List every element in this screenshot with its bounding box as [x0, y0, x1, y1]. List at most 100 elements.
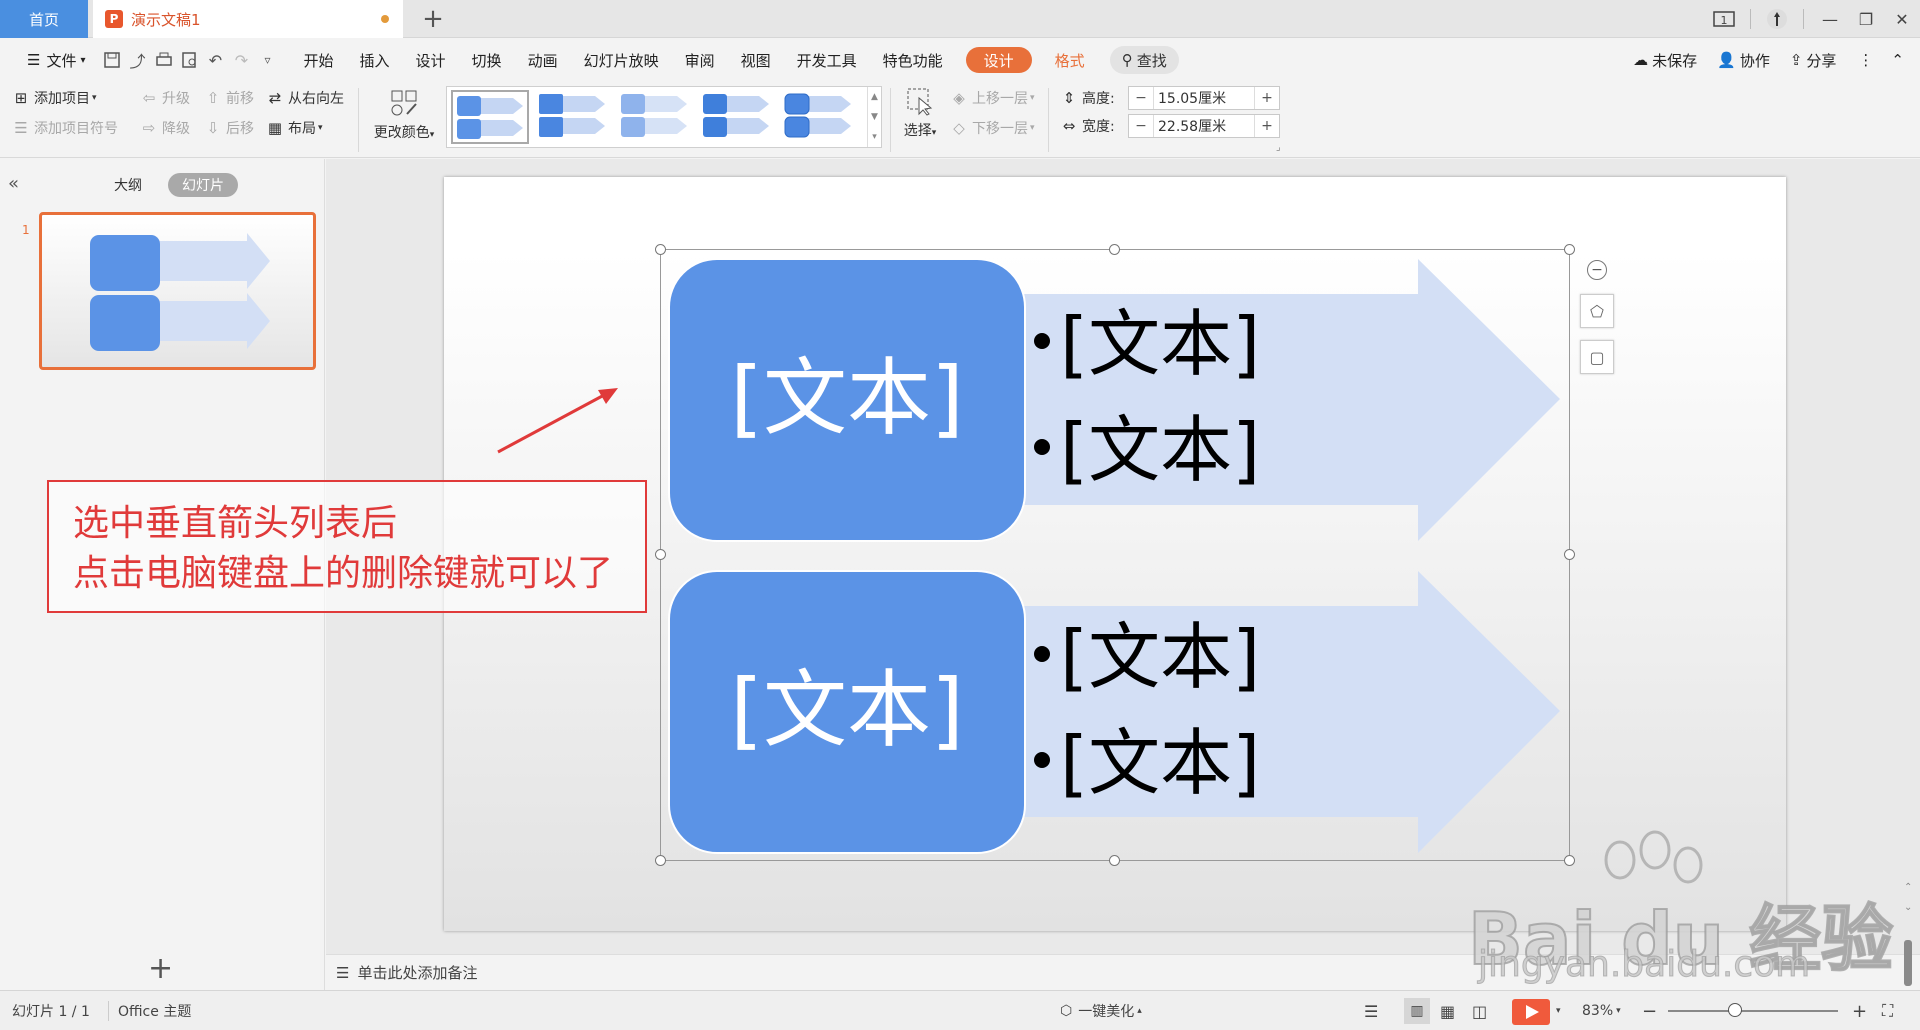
export-pdf-icon[interactable]: ⤴ [125, 47, 151, 73]
style-option-2[interactable] [535, 90, 613, 144]
height-field[interactable]: − 15.05厘米 + [1128, 86, 1280, 110]
gallery-scroll[interactable]: ▲ ▼ ▾ [867, 87, 881, 147]
collaborate-button[interactable]: 👤 协作 [1707, 38, 1780, 82]
menu-item-insert[interactable]: 插入 [347, 38, 403, 82]
add-bullet-button[interactable]: ☰ 添加项目符号 [12, 116, 118, 140]
resize-handle-nw[interactable] [655, 244, 666, 255]
shape-style-icon[interactable]: ⬠ [1580, 294, 1614, 328]
more-options-icon[interactable]: ⋮ [1846, 38, 1885, 82]
width-field[interactable]: − 22.58厘米 + [1128, 114, 1280, 138]
print-icon[interactable] [151, 47, 177, 73]
menu-item-start[interactable]: 开始 [291, 38, 347, 82]
more-dropdown-icon[interactable]: ▿ [255, 47, 281, 73]
resize-handle-e[interactable] [1564, 549, 1575, 560]
menu-item-view[interactable]: 视图 [728, 38, 784, 82]
hamburger-icon: ☰ [27, 51, 41, 69]
width-decrease-button[interactable]: − [1129, 118, 1153, 134]
tab-home[interactable]: 首页 [0, 0, 88, 38]
select-button[interactable]: 选择▾ [898, 86, 942, 152]
reading-view-icon[interactable]: ◫ [1472, 991, 1487, 1030]
redo-icon[interactable]: ↷ [229, 47, 255, 73]
promote-button[interactable]: ⇦ 升级 [140, 86, 190, 110]
vertical-scrollbar[interactable]: ⌃ ⌄ [1898, 870, 1918, 990]
search-button[interactable]: ⚲ 查找 [1109, 46, 1179, 74]
file-menu[interactable]: ☰ 文件 ▾ [14, 38, 99, 82]
zoom-slider[interactable] [1668, 1010, 1838, 1012]
zoom-level[interactable]: 83% ▾ [1582, 991, 1621, 1030]
collapse-ribbon-icon[interactable]: ⌃ [1885, 38, 1910, 82]
slide-sorter-icon[interactable]: ▦ [1440, 991, 1455, 1030]
change-color-button[interactable]: 更改颜色▾ [368, 86, 440, 152]
user-avatar-icon[interactable] [1759, 0, 1795, 38]
menu-item-review[interactable]: 审阅 [672, 38, 728, 82]
add-slide-button[interactable]: + [148, 951, 173, 986]
style-option-3[interactable] [617, 90, 695, 144]
width-label: ⇔ 宽度: [1060, 114, 1115, 138]
fit-window-icon[interactable]: ⛶ [1882, 991, 1893, 1030]
menu-item-transition[interactable]: 切换 [459, 38, 515, 82]
demote-button[interactable]: ⇨ 降级 [140, 116, 190, 140]
move-forward-button[interactable]: ⇧ 前移 [204, 86, 254, 110]
collapse-panel-icon[interactable]: « [8, 173, 19, 194]
theme-name[interactable]: Office 主题 [118, 991, 191, 1030]
beautify-button[interactable]: ⬡ 一键美化 ▴ [1060, 991, 1142, 1030]
minimize-icon[interactable]: — [1812, 0, 1848, 38]
height-value[interactable]: 15.05厘米 [1153, 87, 1255, 109]
style-option-1[interactable] [451, 90, 529, 144]
zoom-slider-handle[interactable] [1728, 1003, 1742, 1017]
undo-icon[interactable]: ↶ [203, 47, 229, 73]
height-increase-button[interactable]: + [1255, 90, 1279, 106]
menu-item-animation[interactable]: 动画 [515, 38, 571, 82]
right-to-left-button[interactable]: ⇄ 从右向左 [266, 86, 344, 110]
expand-icon[interactable]: ▾ [872, 132, 877, 142]
width-value[interactable]: 22.58厘米 [1153, 115, 1255, 137]
resize-handle-s[interactable] [1109, 855, 1120, 866]
style-option-5[interactable] [781, 90, 859, 144]
close-icon[interactable]: ✕ [1884, 0, 1920, 38]
smartart-style-gallery[interactable]: ▲ ▼ ▾ [446, 86, 882, 148]
notes-toggle-icon[interactable]: ☰ [1364, 991, 1378, 1030]
menu-item-slideshow[interactable]: 幻灯片放映 [571, 38, 672, 82]
annotation-arrow-icon [497, 388, 618, 454]
new-tab-button[interactable]: + [418, 4, 448, 34]
size-dialog-launcher-icon[interactable]: ⌟ [1276, 142, 1281, 153]
tab-smartart-design[interactable]: 设计 [965, 47, 1032, 73]
normal-view-icon[interactable]: ▥ [1404, 998, 1430, 1024]
chevron-up-icon[interactable]: ▲ [871, 92, 878, 102]
tab-format[interactable]: 格式 [1042, 38, 1098, 82]
move-back-button[interactable]: ⇩ 后移 [204, 116, 254, 140]
height-decrease-button[interactable]: − [1129, 90, 1153, 106]
layout-button[interactable]: ▦ 布局 ▾ [266, 116, 323, 140]
bring-forward-button[interactable]: ◈ 上移一层 ▾ [950, 86, 1034, 110]
chevron-down-icon[interactable]: ▾ [1556, 991, 1561, 1030]
resize-handle-w[interactable] [655, 549, 666, 560]
menu-item-features[interactable]: 特色功能 [870, 38, 956, 82]
right-menu: ☁ 未保存 👤 协作 ⇪ 分享 ⋮ ⌃ [1623, 38, 1910, 82]
collapse-toolbar-icon[interactable]: − [1587, 260, 1607, 280]
restore-icon[interactable]: ❐ [1848, 0, 1884, 38]
slide-thumbnail[interactable] [39, 212, 316, 370]
resize-handle-sw[interactable] [655, 855, 666, 866]
print-preview-icon[interactable] [177, 47, 203, 73]
page-view-icon[interactable]: 1 [1706, 0, 1742, 38]
chevron-down-icon[interactable]: ▼ [871, 112, 878, 122]
zoom-out-button[interactable]: − [1642, 991, 1657, 1030]
save-icon[interactable] [99, 47, 125, 73]
play-slideshow-button[interactable] [1512, 999, 1550, 1025]
cloud-save-button[interactable]: ☁ 未保存 [1623, 38, 1707, 82]
share-button[interactable]: ⇪ 分享 [1780, 38, 1847, 82]
tab-document[interactable]: P 演示文稿1 [93, 0, 403, 38]
zoom-in-button[interactable]: + [1852, 991, 1867, 1030]
width-increase-button[interactable]: + [1255, 118, 1279, 134]
style-option-4[interactable] [699, 90, 777, 144]
shape-outline-icon[interactable]: ▢ [1580, 340, 1614, 374]
menu-item-design[interactable]: 设计 [403, 38, 459, 82]
resize-handle-n[interactable] [1109, 244, 1120, 255]
svg-text:⌃: ⌃ [1904, 882, 1912, 893]
menu-item-developer[interactable]: 开发工具 [784, 38, 870, 82]
tab-outline[interactable]: 大纲 [100, 173, 156, 197]
add-item-button[interactable]: ⊞ 添加项目 ▾ [12, 86, 97, 110]
resize-handle-ne[interactable] [1564, 244, 1575, 255]
send-backward-button[interactable]: ◇ 下移一层 ▾ [950, 116, 1034, 140]
tab-slides[interactable]: 幻灯片 [168, 173, 238, 197]
